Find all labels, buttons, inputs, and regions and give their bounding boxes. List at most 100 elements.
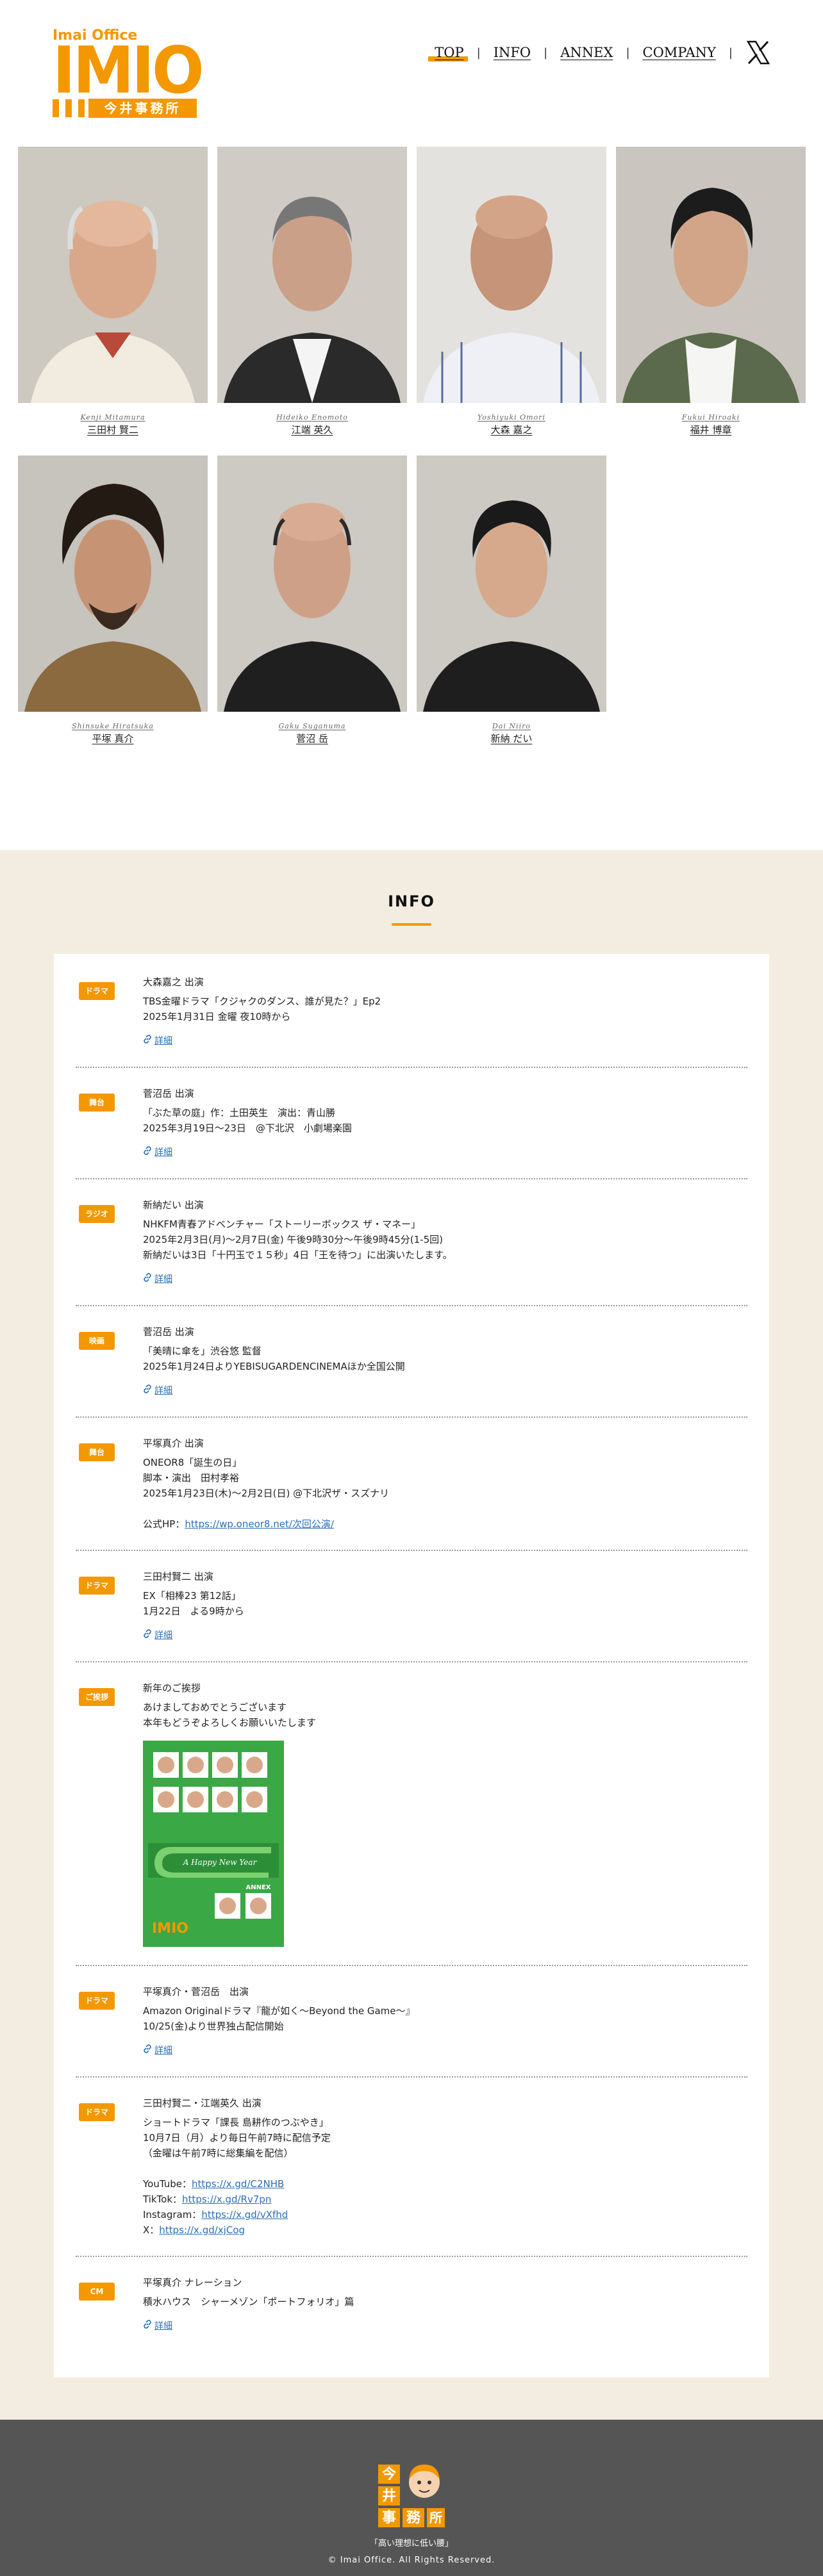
entry-text: 2025年1月24日よりYEBISUGARDENCINEMAほか全国公開 [143,1361,405,1372]
talent-roman-name[interactable]: Dai Niiro [417,722,606,730]
entry-title: 平塚真介・菅沼岳 出演 [143,1986,249,1998]
new-year-card-image[interactable]: A Happy New Year ANNEX IMIO [143,1741,284,1947]
detail-label: 詳細 [154,2321,172,2331]
entry-text: 新納だいは3日「十円玉で１５秒」4日「王を待つ」に出演いたします。 [143,1249,453,1261]
category-badge: ご挨拶 [79,1688,115,1706]
talent-name[interactable]: 平塚 真介 [18,732,208,745]
detail-link[interactable]: 詳細 [143,1033,381,1049]
main-nav: TOP | INFO | ANNEX | COMPANY | [428,40,770,65]
nav-company[interactable]: COMPANY [640,45,719,60]
talent-card[interactable]: Hideiko Enomoto 江端 英久 [217,147,407,436]
talent-photo[interactable] [417,147,606,403]
link-icon [143,1033,152,1049]
entry-text [143,2161,331,2176]
talent-name[interactable]: 新納 だい [417,732,606,745]
entry-text: 「美晴に傘を」渋谷悠 監督 [143,1345,262,1357]
talent-name[interactable]: 菅沼 岳 [217,732,407,745]
sns-link[interactable]: https://x.gd/Rv7pn [182,2194,271,2205]
talent-photo[interactable] [217,147,407,403]
info-entry: ドラマ 平塚真介・菅沼岳 出演 Amazon Originalドラマ『龍が如く〜Be… [76,1966,747,2078]
talent-name[interactable]: 江端 英久 [217,423,407,436]
detail-link[interactable]: 詳細 [143,2043,415,2058]
nav-separator: | [728,45,733,60]
sns-link[interactable]: https://x.gd/vXfhd [201,2209,288,2220]
entry-text: 2025年2月3日(月)〜2月7日(金) 午後9時30分〜午後9時45分(1-5… [143,1234,443,1245]
site-header: Imai Office IMIO 今井事務所 TOP | INFO | ANNE… [0,0,823,131]
talent-photo[interactable] [18,455,208,712]
footer-logo[interactable]: 今 井 事 務 所 [378,2461,445,2531]
detail-link[interactable]: 詳細 [143,2318,354,2334]
entry-title: 三田村賢二 出演 [143,1571,213,1582]
nav-top[interactable]: TOP [428,45,468,62]
info-entry: ご挨拶 新年のご挨拶 あけましておめでとうございます 本年もどうぞよろしくお願いいたし… [76,1662,747,1966]
sns-link[interactable]: https://x.gd/xjCog [159,2224,245,2236]
entry-text: あけましておめでとうございます [143,1702,287,1713]
sns-label: Instagram： [143,2209,202,2220]
talent-photo[interactable] [217,455,407,712]
talent-roman-name[interactable]: Shinsuke Hiratsuka [18,722,208,730]
nav-info[interactable]: INFO [491,45,533,60]
talent-card[interactable]: Fukui Hiroaki 福井 博章 [616,147,806,436]
entry-title: 菅沼岳 出演 [143,1326,194,1338]
info-entry: CM 平塚真介 ナレーション 積水ハウス シャーメゾン「ポートフォリオ」篇 詳細 [76,2257,747,2352]
talent-card[interactable]: Kenji Mitamura 三田村 賢二 [18,147,208,436]
talent-card[interactable]: Yoshiyuki Omori 大森 嘉之 [417,147,606,436]
entry-text: 10/25(金)より世界独占配信開始 [143,2021,284,2032]
entry-text: 積水ハウス シャーメゾン「ポートフォリオ」篇 [143,2296,354,2308]
site-footer: 今 井 事 務 所 「高い理想に低い腰」 © Imai Office. All … [0,2420,823,2576]
site-logo[interactable]: Imai Office IMIO 今井事務所 [53,28,204,118]
entry-text: 脚本・演出 田村孝裕 [143,1472,240,1484]
svg-text:務: 務 [406,2509,421,2526]
talent-photo[interactable] [417,455,606,712]
entry-title: 新年のご挨拶 [143,1682,201,1694]
link-icon [143,1272,152,1287]
entry-body: 大森嘉之 出演 TBS金曜ドラマ「クジャクのダンス、誰が見た？」Ep2 2025年1… [143,974,381,1049]
talent-name[interactable]: 大森 嘉之 [417,423,606,436]
entry-text: ONEOR8「誕生の日」 [143,1457,242,1468]
talent-roman-name[interactable]: Gaku Suganuma [217,722,407,730]
entry-body: 菅沼岳 出演「美晴に傘を」渋谷悠 監督 2025年1月24日よりYEBISUGAR… [143,1324,405,1399]
talent-name[interactable]: 福井 博章 [616,423,806,436]
nav-annex[interactable]: ANNEX [558,45,615,60]
entry-text: 2025年3月19日〜23日 @下北沢 小劇場楽園 [143,1122,352,1134]
talent-name[interactable]: 三田村 賢二 [18,423,208,436]
talent-grid: Kenji Mitamura 三田村 賢二 Hideiko Enomoto 江端… [0,131,823,764]
info-entry: ドラマ 三田村賢二・江端英久 出演 ショートドラマ「課長 島耕作のつぶやき」 10月7… [76,2078,747,2257]
official-hp-link[interactable]: https://wp.oneor8.net/次回公演/ [185,1518,334,1530]
talent-photo[interactable] [18,147,208,403]
entry-body: 平塚真介・菅沼岳 出演 Amazon Originalドラマ『龍が如く〜Beyon… [143,1984,415,2058]
detail-link[interactable]: 詳細 [143,1383,405,1399]
talent-photo[interactable] [616,147,806,403]
entry-title: 平塚真介 ナレーション [143,2277,242,2288]
entry-body: 菅沼岳 出演 「ぶた草の庭」作：土田英生 演出：青山勝 2025年3月19日〜23日… [143,1086,352,1160]
entry-text: NHKFM青春アドベンチャー「ストーリーボックス ザ・マネー」 [143,1218,421,1230]
talent-roman-name[interactable]: Kenji Mitamura [18,413,208,422]
talent-card[interactable]: Shinsuke Hiratsuka 平塚 真介 [18,455,208,745]
category-badge: ドラマ [79,1577,115,1595]
talent-roman-name[interactable]: Yoshiyuki Omori [417,413,606,422]
detail-link[interactable]: 詳細 [143,1628,244,1643]
entry-text: 1月22日 よる9時から [143,1605,244,1617]
detail-link[interactable]: 詳細 [143,1145,352,1160]
new-year-logo-text: IMIO [152,1921,188,1937]
info-entry: ドラマ 大森嘉之 出演 TBS金曜ドラマ「クジャクのダンス、誰が見た？」Ep2 202… [76,967,747,1068]
category-badge: 舞台 [79,1443,115,1461]
link-icon [143,1383,152,1399]
footer-copyright: © Imai Office. All Rights Reserved. [328,2555,495,2565]
sns-label: X： [143,2224,160,2236]
entry-title: 新納だい 出演 [143,1199,204,1211]
info-entry: 舞台 平塚真介 出演 ONEOR8「誕生の日」 脚本・演出 田村孝裕 2025年1月23… [76,1418,747,1551]
detail-link[interactable]: 詳細 [143,1272,453,1287]
sns-link-line: Instagram：https://x.gd/vXfhd [143,2207,331,2222]
talent-card[interactable]: Dai Niiro 新納 だい [417,455,606,745]
svg-text:今: 今 [382,2466,396,2482]
logo-big-text: IMIO [53,33,204,108]
x-icon[interactable] [743,40,770,65]
talent-roman-name[interactable]: Fukui Hiroaki [616,413,806,422]
talent-card[interactable]: Gaku Suganuma 菅沼 岳 [217,455,407,745]
sns-link[interactable]: https://x.gd/C2NHB [192,2178,284,2190]
entry-text: EX「相棒23 第12話」 [143,1590,241,1602]
talent-roman-name[interactable]: Hideiko Enomoto [217,413,407,422]
info-section: INFO ドラマ 大森嘉之 出演 TBS金曜ドラマ「クジャクのダンス、誰が見た？」E… [0,850,823,2420]
info-entry: ラジオ 新納だい 出演 NHKFM青春アドベンチャー「ストーリーボックス ザ・マネー… [76,1179,747,1306]
